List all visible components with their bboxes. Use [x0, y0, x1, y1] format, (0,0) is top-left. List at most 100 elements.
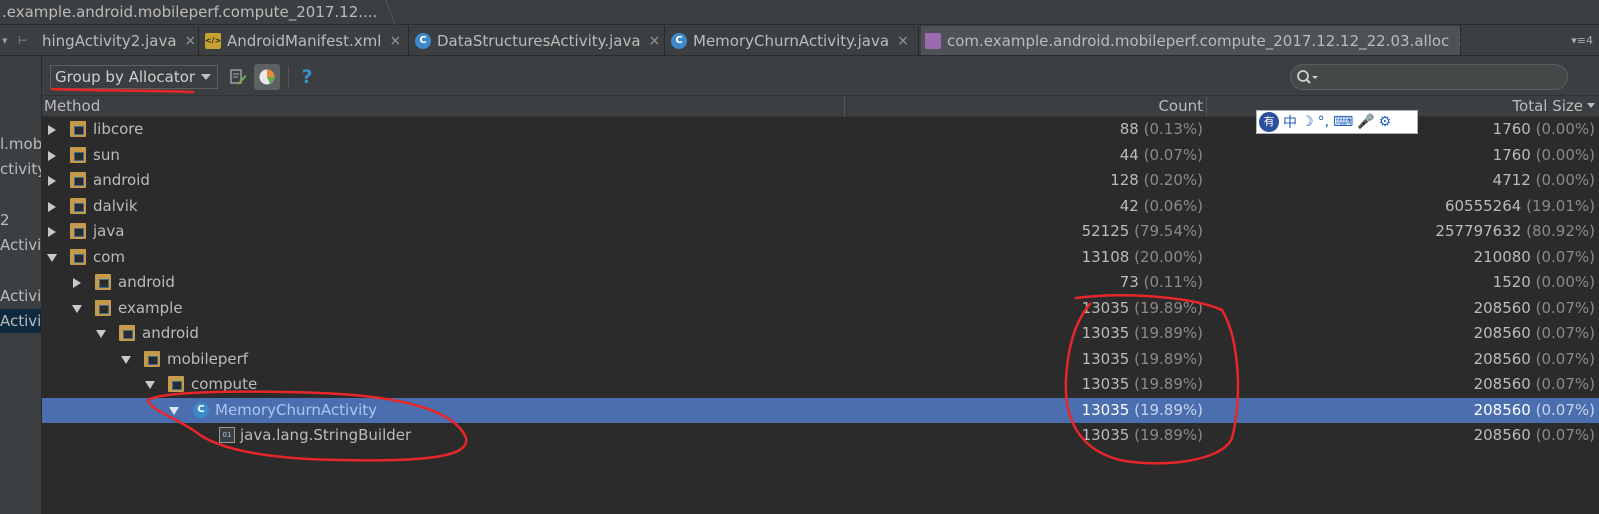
close-icon[interactable]: ×	[185, 33, 197, 49]
tab-label: DataStructuresActivity.java	[437, 31, 641, 50]
collapse-arrow-icon[interactable]	[169, 406, 179, 415]
ime-logo-icon[interactable]: 有	[1259, 112, 1279, 132]
ime-chinese-mode-icon[interactable]: 中	[1283, 112, 1297, 132]
row-count: 13035 (19.89%)	[1081, 426, 1203, 444]
ime-toolbar[interactable]: 有 中 ☽ °, ⌨ 🎤 ⚙	[1256, 110, 1418, 134]
tab-datastructuresactivity[interactable]: C DataStructuresActivity.java ×	[411, 26, 665, 55]
table-row[interactable]: dalvik 42 (0.06%) 60555264 (19.01%)	[42, 194, 1599, 220]
table-row[interactable]: sun 44 (0.07%) 1760 (0.00%)	[42, 143, 1599, 169]
tab-pin-icon[interactable]: ⊢	[18, 25, 28, 56]
breadcrumb-path[interactable]: .example.android.mobileperf.compute_2017…	[0, 3, 377, 21]
search-icon	[1297, 70, 1318, 84]
row-count: 13108 (20.00%)	[1081, 247, 1203, 266]
table-row[interactable]: java 52125 (79.54%) 257797632 (80.92%)	[42, 219, 1599, 245]
row-count: 128 (0.20%)	[1110, 171, 1203, 189]
project-item-selected[interactable]: Activit	[0, 309, 41, 333]
tab-overflow-icon[interactable]: ▾≡4	[1571, 25, 1593, 56]
collapse-arrow-icon[interactable]	[96, 330, 106, 338]
project-item[interactable]: Activit	[0, 233, 41, 257]
ime-punctuation-icon[interactable]: °,	[1318, 114, 1329, 130]
allocation-tree-table: libcore 88 (0.13%) 1760 (0.00%) sun 44 (…	[42, 117, 1599, 514]
tab-memorychurnactivity[interactable]: C MemoryChurnActivity.java ×	[667, 26, 919, 55]
group-by-dropdown[interactable]: Group by Allocator	[50, 65, 218, 89]
tab-alloc-file[interactable]: com.example.android.mobileperf.compute_2…	[921, 26, 1461, 55]
ime-keyboard-icon[interactable]: ⌨	[1333, 114, 1353, 130]
close-icon[interactable]: ×	[1457, 33, 1460, 49]
package-folder-icon	[70, 172, 86, 188]
row-count: 52125 (79.54%)	[1081, 222, 1203, 240]
row-total-size: 208560 (0.07%)	[1473, 375, 1595, 393]
column-header-method[interactable]: Method	[44, 96, 100, 117]
alloc-file-icon	[925, 32, 941, 49]
table-row[interactable]: example 13035 (19.89%) 208560 (0.07%)	[42, 296, 1599, 322]
row-total-size: 208560 (0.07%)	[1473, 426, 1595, 444]
table-row[interactable]: com 13108 (20.00%) 210080 (0.07%)	[42, 245, 1599, 271]
ime-microphone-icon[interactable]: 🎤	[1357, 114, 1374, 130]
help-button[interactable]: ?	[294, 64, 320, 90]
row-total-size: 208560 (0.07%)	[1473, 298, 1595, 317]
close-icon[interactable]: ×	[897, 33, 909, 49]
package-folder-icon	[95, 299, 111, 316]
row-total-size: 1760 (0.00%)	[1492, 120, 1595, 138]
expand-arrow-icon[interactable]	[48, 150, 56, 161]
table-row[interactable]: 01 java.lang.StringBuilder 13035 (19.89%…	[42, 423, 1599, 449]
column-divider[interactable]	[844, 96, 845, 117]
search-input[interactable]	[1290, 64, 1568, 90]
close-icon[interactable]: ×	[389, 33, 401, 49]
row-total-size: 60555264 (19.01%)	[1444, 196, 1595, 215]
project-item[interactable]: l.mob	[0, 132, 41, 156]
row-total-size: 208560 (0.07%)	[1473, 400, 1595, 419]
sort-descending-icon[interactable]	[1587, 103, 1595, 108]
table-row[interactable]: android 73 (0.11%) 1520 (0.00%)	[42, 270, 1599, 296]
row-name: sun	[93, 145, 120, 164]
row-count: 88 (0.13%)	[1119, 120, 1203, 138]
expand-arrow-icon[interactable]	[48, 125, 56, 135]
row-count: 73 (0.11%)	[1119, 273, 1203, 291]
table-row-selected[interactable]: C MemoryChurnActivity 13035 (19.89%) 208…	[42, 397, 1599, 423]
row-count: 13035 (19.89%)	[1081, 298, 1203, 317]
collapse-arrow-icon[interactable]	[72, 304, 82, 313]
collapse-arrow-icon[interactable]	[121, 355, 131, 364]
column-header-total-size[interactable]: Total Size	[1512, 96, 1583, 117]
ime-settings-icon[interactable]: ⚙	[1379, 114, 1392, 130]
table-row[interactable]: android 128 (0.20%) 4712 (0.00%)	[42, 168, 1599, 194]
row-count: 13035 (19.89%)	[1081, 375, 1203, 393]
edit-source-icon	[230, 69, 247, 85]
jump-to-source-button[interactable]	[225, 64, 251, 90]
expand-arrow-icon[interactable]	[48, 201, 56, 212]
project-item[interactable]: 2	[0, 208, 41, 232]
table-row[interactable]: mobileperf 13035 (19.89%) 208560 (0.07%)	[42, 347, 1599, 373]
expand-arrow-icon[interactable]	[48, 227, 56, 237]
collapse-arrow-icon[interactable]	[145, 381, 155, 389]
expand-arrow-icon[interactable]	[48, 176, 56, 186]
row-total-size: 257797632 (80.92%)	[1435, 222, 1595, 240]
project-panel-edge: l.mob ctivity 2 Activit Activit Activit	[0, 56, 42, 514]
tab-scroll-left-icon[interactable]: ▾	[2, 25, 8, 56]
column-divider[interactable]	[1206, 96, 1207, 117]
allocation-toolbar: Group by Allocator ?	[42, 56, 1599, 96]
row-name: android	[118, 273, 175, 291]
expand-arrow-icon[interactable]	[73, 278, 81, 288]
row-count: 13035 (19.89%)	[1081, 400, 1203, 419]
tab-label: MemoryChurnActivity.java	[693, 31, 890, 50]
tab-label: com.example.android.mobileperf.compute_2…	[947, 31, 1450, 50]
pie-chart-icon	[259, 69, 275, 85]
row-name: compute	[191, 375, 258, 393]
package-folder-icon	[70, 121, 86, 137]
project-item[interactable]: Activit	[0, 284, 41, 308]
allocated-object-icon: 01	[219, 427, 235, 443]
group-by-label: Group by Allocator	[55, 68, 196, 86]
xml-file-icon: </>	[205, 32, 221, 49]
package-folder-icon	[119, 325, 135, 341]
table-row[interactable]: compute 13035 (19.89%) 208560 (0.07%)	[42, 372, 1599, 398]
tab-hingactivity2[interactable]: hingActivity2.java ×	[36, 26, 199, 55]
ime-halfwidth-icon[interactable]: ☽	[1301, 114, 1314, 130]
close-icon[interactable]: ×	[649, 33, 661, 49]
chevron-down-icon	[201, 74, 211, 80]
tab-androidmanifest[interactable]: </> AndroidManifest.xml ×	[201, 26, 409, 55]
collapse-arrow-icon[interactable]	[47, 253, 57, 262]
column-header-count[interactable]: Count	[1158, 96, 1203, 117]
chart-view-toggle-button[interactable]	[254, 64, 280, 90]
project-item[interactable]: ctivity	[0, 157, 41, 181]
table-row[interactable]: android 13035 (19.89%) 208560 (0.07%)	[42, 321, 1599, 347]
